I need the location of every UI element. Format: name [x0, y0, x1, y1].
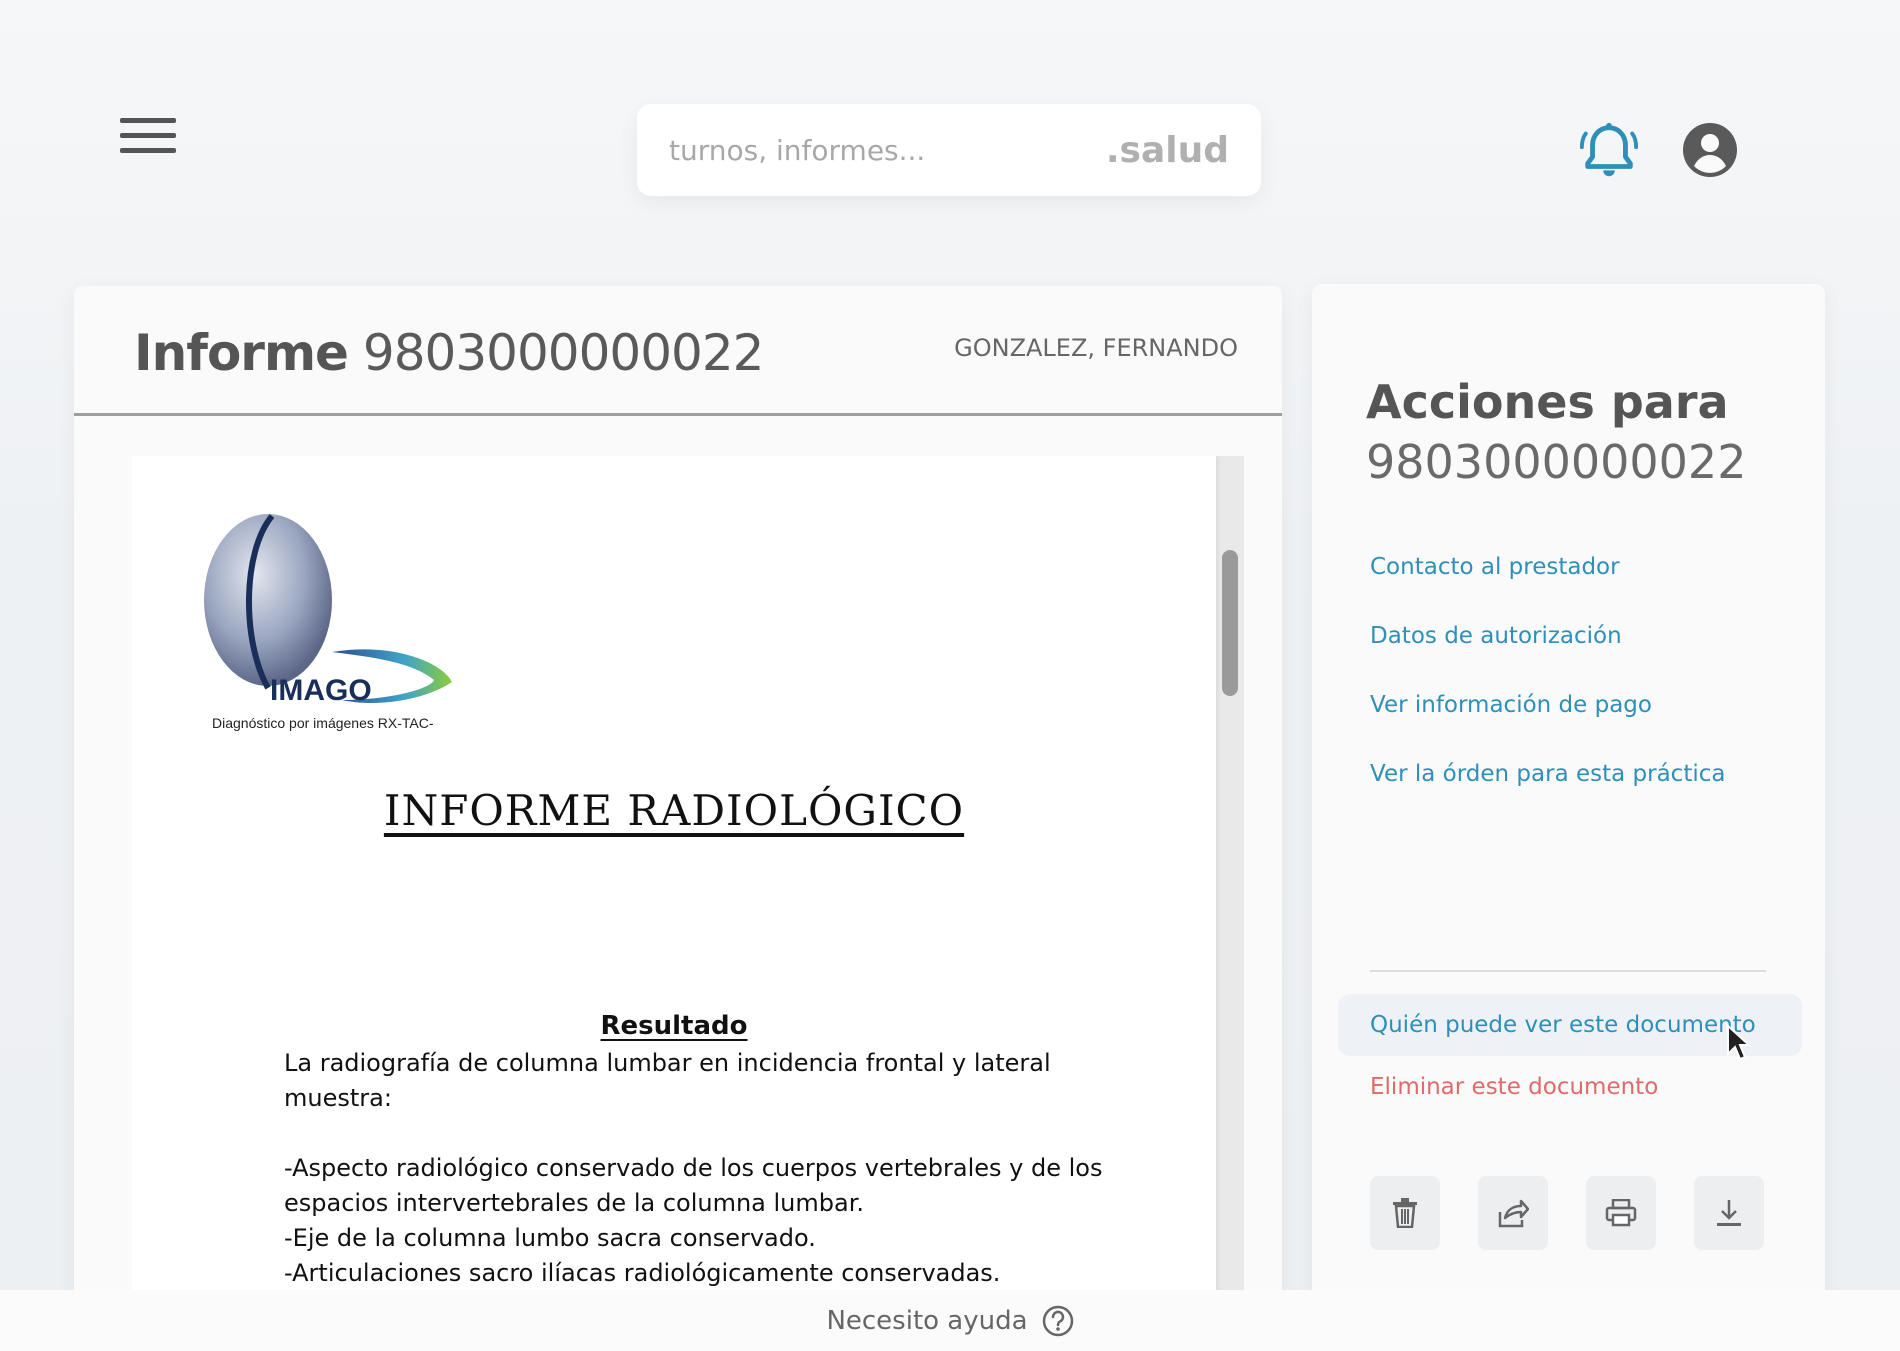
actions-title: Acciones para 9803000000022 — [1366, 372, 1746, 492]
finding-item: -Aspecto radiológico conservado de los c… — [284, 1154, 1103, 1217]
finding-item: -Articulaciones sacro ilíacas radiológic… — [284, 1259, 1001, 1287]
actions-title-label: Acciones para — [1366, 375, 1729, 429]
report-intro: La radiografía de columna lumbar en inci… — [284, 1049, 1051, 1112]
notification-bell-icon[interactable] — [1578, 120, 1640, 182]
svg-text:Diagnóstico por imágenes RX-TA: Diagnóstico por imágenes RX-TAC- — [212, 715, 434, 731]
document-card: Informe 9803000000022 GONZALEZ, FERNANDO — [74, 286, 1282, 1351]
document-number: 9803000000022 — [362, 324, 765, 382]
help-footer[interactable]: Necesito ayuda — [0, 1290, 1900, 1351]
document-title-label: Informe — [134, 324, 349, 382]
patient-name: GONZALEZ, FERNANDO — [954, 334, 1238, 362]
actions-panel: Acciones para 9803000000022 Contacto al … — [1312, 284, 1825, 1351]
print-icon — [1605, 1199, 1637, 1227]
finding-item: -Eje de la columna lumbo sacra conservad… — [284, 1224, 816, 1252]
search-input[interactable] — [669, 133, 1106, 167]
report-title: INFORME RADIOLÓGICO — [383, 786, 965, 835]
actions-divider — [1370, 970, 1766, 972]
action-icon-row — [1370, 1176, 1764, 1250]
authorization-data-link[interactable]: Datos de autorización — [1370, 623, 1725, 692]
share-button[interactable] — [1478, 1176, 1548, 1250]
actions-title-number: 9803000000022 — [1366, 435, 1747, 489]
document-viewer[interactable]: IMAGO Diagnóstico por imágenes RX-TAC- I… — [132, 456, 1244, 1351]
svg-text:IMAGO: IMAGO — [270, 674, 372, 707]
document-header: Informe 9803000000022 GONZALEZ, FERNANDO — [74, 286, 1282, 416]
trash-button[interactable] — [1370, 1176, 1440, 1250]
trash-icon — [1393, 1198, 1417, 1228]
user-account-icon[interactable] — [1682, 122, 1738, 178]
search-bar[interactable]: .salud — [637, 104, 1261, 196]
actions-links: Contacto al prestador Datos de autorizac… — [1370, 554, 1725, 830]
print-button[interactable] — [1586, 1176, 1656, 1250]
hamburger-menu-icon[interactable] — [120, 118, 176, 162]
search-brand-suffix: .salud — [1105, 129, 1229, 171]
document-title: Informe 9803000000022 — [134, 324, 765, 382]
payment-info-link[interactable]: Ver información de pago — [1370, 692, 1725, 761]
imago-logo: IMAGO Diagnóstico por imágenes RX-TAC- — [204, 514, 452, 731]
viewer-scrollbar[interactable] — [1222, 550, 1238, 696]
download-icon — [1717, 1200, 1741, 1226]
help-question-icon[interactable] — [1042, 1305, 1074, 1337]
delete-document-link[interactable]: Eliminar este documento — [1370, 1074, 1658, 1100]
contact-provider-link[interactable]: Contacto al prestador — [1370, 554, 1725, 623]
share-icon — [1498, 1199, 1529, 1228]
report-body: La radiografía de columna lumbar en inci… — [284, 1046, 1104, 1291]
mouse-cursor-icon — [1727, 1024, 1752, 1061]
view-order-link[interactable]: Ver la órden para esta práctica — [1370, 761, 1725, 830]
result-heading: Resultado — [600, 1011, 748, 1041]
report-page: IMAGO Diagnóstico por imágenes RX-TAC- I… — [132, 456, 1216, 1351]
help-text[interactable]: Necesito ayuda — [826, 1306, 1027, 1336]
download-button[interactable] — [1694, 1176, 1764, 1250]
